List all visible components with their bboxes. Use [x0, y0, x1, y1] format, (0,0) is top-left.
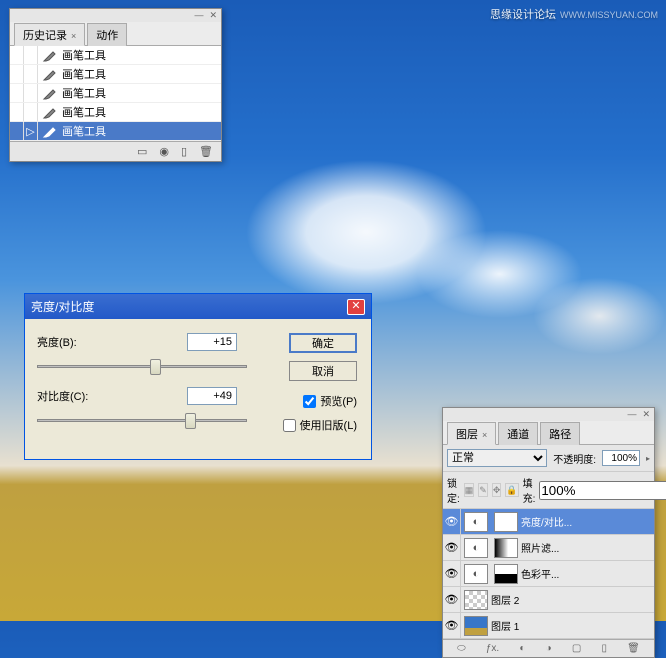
tab-actions[interactable]: 动作	[87, 23, 127, 46]
visibility-icon[interactable]: 👁	[443, 561, 461, 586]
legacy-checkbox[interactable]: 使用旧版(L)	[283, 417, 357, 433]
brightness-slider[interactable]	[37, 357, 247, 377]
contrast-input[interactable]	[187, 387, 237, 405]
close-icon[interactable]: ✕	[642, 409, 650, 420]
lock-transparency-icon[interactable]: ▦	[464, 483, 475, 497]
visibility-icon[interactable]: 👁	[443, 587, 461, 612]
minimize-icon[interactable]: —	[627, 409, 636, 420]
brightness-input[interactable]	[187, 333, 237, 351]
layer-name: 图层 1	[491, 618, 519, 633]
contrast-slider[interactable]	[37, 411, 247, 431]
lock-all-icon[interactable]: 🔒	[505, 483, 518, 497]
history-item[interactable]: 画笔工具	[10, 84, 221, 103]
history-item[interactable]: ▷画笔工具	[10, 122, 221, 141]
cancel-button[interactable]: 取消	[289, 361, 357, 381]
history-panel: —✕ 历史记录× 动作 画笔工具画笔工具画笔工具画笔工具▷画笔工具 ▭ ◉ ▯ …	[9, 8, 222, 162]
lock-position-icon[interactable]: ✥	[492, 483, 502, 497]
layer-row[interactable]: 👁◐亮度/对比...	[443, 509, 654, 535]
layer-row[interactable]: 👁◐色彩平...	[443, 561, 654, 587]
layer-row[interactable]: 👁 图层 2	[443, 587, 654, 613]
fill-input[interactable]	[539, 481, 666, 500]
fx-icon[interactable]: ƒx.	[486, 643, 499, 654]
visibility-icon[interactable]: 👁	[443, 613, 461, 638]
layer-name: 亮度/对比...	[521, 514, 572, 529]
close-tab-icon[interactable]: ×	[71, 31, 76, 41]
close-icon[interactable]: ✕	[209, 10, 217, 21]
history-snapshot-icon[interactable]: ◉	[159, 145, 169, 158]
brightness-label: 亮度(B):	[37, 334, 107, 350]
layer-row[interactable]: 👁 图层 1	[443, 613, 654, 639]
adjustment-icon[interactable]: ◑	[546, 643, 552, 654]
ok-button[interactable]: 确定	[289, 333, 357, 353]
opacity-input[interactable]	[602, 450, 640, 466]
tab-paths[interactable]: 路径	[540, 422, 580, 445]
visibility-icon[interactable]: 👁	[443, 535, 461, 560]
history-item[interactable]: 画笔工具	[10, 65, 221, 84]
layer-row[interactable]: 👁◐照片滤...	[443, 535, 654, 561]
visibility-icon[interactable]: 👁	[443, 509, 461, 534]
minimize-icon[interactable]: —	[194, 10, 203, 21]
history-new-icon[interactable]: ▯	[181, 145, 187, 158]
dialog-title: 亮度/对比度	[31, 298, 94, 315]
tab-layers[interactable]: 图层×	[447, 422, 496, 445]
layer-name: 图层 2	[491, 592, 519, 607]
dialog-close-button[interactable]: ✕	[347, 299, 365, 315]
watermark: 思缘设计论坛WWW.MISSYUAN.COM	[490, 6, 658, 22]
mask-icon[interactable]: ◐	[519, 643, 525, 654]
tab-history[interactable]: 历史记录×	[14, 23, 85, 46]
link-icon[interactable]: ⬭	[457, 643, 466, 654]
brightness-contrast-dialog: 亮度/对比度 ✕ 亮度(B): 对比度(C): 确定 取消 预览(P) 使用旧版…	[24, 293, 372, 460]
contrast-label: 对比度(C):	[37, 388, 107, 404]
lock-label: 锁定:	[447, 475, 460, 505]
fill-label: 填充:	[523, 475, 536, 505]
history-item[interactable]: 画笔工具	[10, 103, 221, 122]
new-layer-icon[interactable]: ▯	[601, 643, 607, 654]
preview-checkbox[interactable]: 预览(P)	[303, 393, 357, 409]
history-item[interactable]: 画笔工具	[10, 46, 221, 65]
lock-paint-icon[interactable]: ✎	[478, 483, 488, 497]
trash-icon[interactable]: 🗑	[627, 643, 640, 654]
opacity-label: 不透明度:	[553, 451, 596, 466]
history-doc-icon[interactable]: ▭	[137, 145, 147, 158]
group-icon[interactable]: ▢	[572, 643, 581, 654]
tab-channels[interactable]: 通道	[498, 422, 538, 445]
layer-name: 照片滤...	[521, 540, 559, 555]
dialog-titlebar[interactable]: 亮度/对比度 ✕	[25, 294, 371, 319]
layer-name: 色彩平...	[521, 566, 559, 581]
history-trash-icon[interactable]: 🗑	[199, 145, 213, 158]
layers-panel: —✕ 图层× 通道 路径 正常 不透明度: ▸ 锁定: ▦ ✎ ✥ 🔒 填充: …	[442, 407, 655, 658]
blend-mode-select[interactable]: 正常	[447, 449, 547, 467]
